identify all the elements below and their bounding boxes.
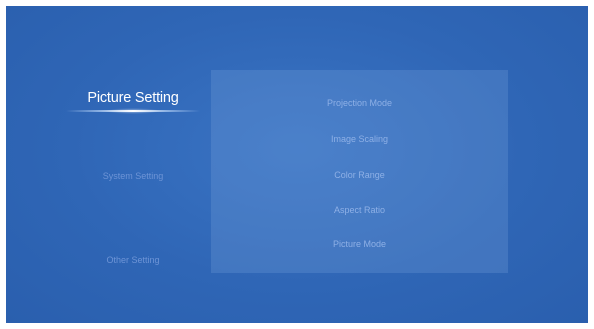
submenu-item-picture-mode[interactable]: Picture Mode <box>211 239 508 249</box>
menu-item-system-setting[interactable]: System Setting <box>68 171 198 181</box>
active-indicator <box>66 110 200 112</box>
menu-item-picture-setting[interactable]: Picture Setting <box>68 90 198 106</box>
picture-setting-panel: Projection Mode Image Scaling Color Rang… <box>211 70 508 273</box>
submenu-item-projection-mode[interactable]: Projection Mode <box>211 98 508 108</box>
menu-item-other-setting[interactable]: Other Setting <box>68 255 198 265</box>
settings-screen: Picture Setting System Setting Other Set… <box>6 6 588 323</box>
submenu-item-image-scaling[interactable]: Image Scaling <box>211 134 508 144</box>
submenu-item-aspect-ratio[interactable]: Aspect Ratio <box>211 205 508 215</box>
submenu-item-color-range[interactable]: Color Range <box>211 170 508 180</box>
